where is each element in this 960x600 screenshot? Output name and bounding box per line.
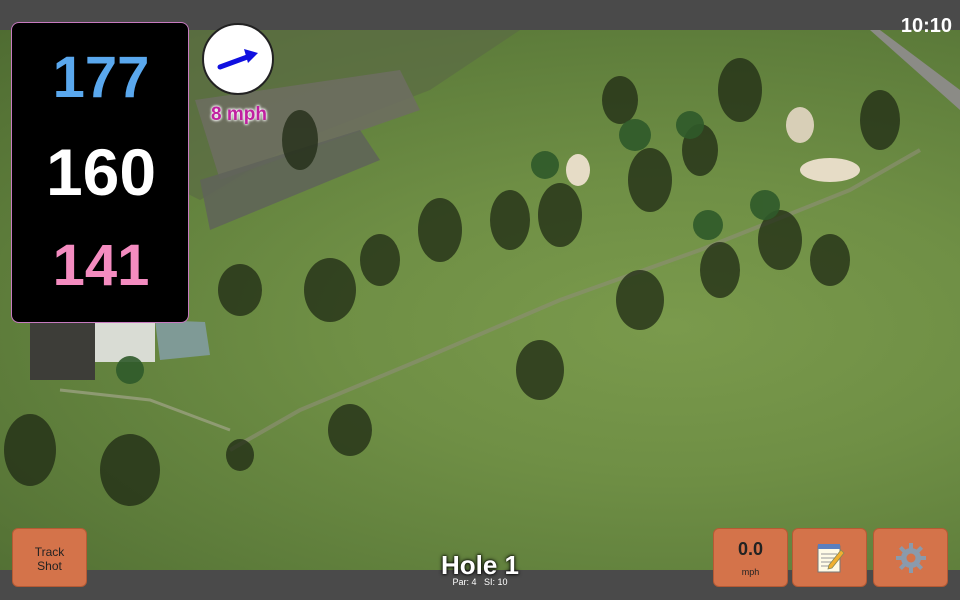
notepad-icon [817, 543, 845, 572]
stroke-index-label: SI: 10 [484, 577, 508, 587]
back-yardage: 177 [52, 45, 150, 110]
speed-unit: mph [741, 567, 760, 577]
par-label: Par: 4 [452, 577, 477, 587]
track-shot-label-line1: Track [34, 545, 65, 559]
wind-speed-label: 8 mph [211, 104, 267, 125]
gear-icon [895, 542, 926, 573]
wind-indicator [202, 23, 274, 95]
yardage-panel: 177 160 141 [11, 22, 189, 323]
track-shot-label-line2: Shot [37, 559, 62, 573]
track-shot-button[interactable]: Track Shot [12, 528, 87, 587]
notes-button[interactable] [792, 528, 867, 587]
front-yardage: 141 [52, 233, 150, 298]
speed-value: 0.0 [737, 539, 764, 559]
speed-button[interactable]: 0.0 mph [713, 528, 788, 587]
hole-info: Par: 4 SI: 10 [380, 577, 580, 587]
wind-arrow-icon [217, 49, 258, 70]
status-clock: 10:10 [900, 15, 952, 37]
settings-button[interactable] [873, 528, 948, 587]
center-yardage: 160 [45, 135, 157, 209]
